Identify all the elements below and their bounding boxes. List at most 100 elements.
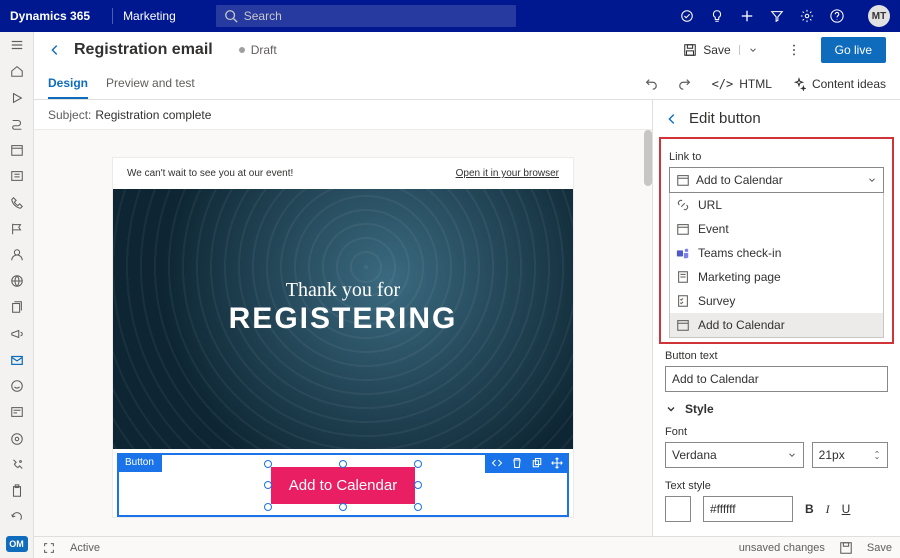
button-text-input[interactable]: Add to Calendar — [665, 366, 888, 392]
font-size-input[interactable]: 21px — [812, 442, 888, 468]
emoji-icon[interactable] — [7, 379, 27, 393]
link-option-url[interactable]: URL — [670, 193, 883, 217]
text-color-input[interactable]: #ffffff — [703, 496, 793, 522]
flag-icon[interactable] — [7, 222, 27, 236]
status-bar: Active unsaved changes Save — [34, 536, 900, 558]
link-to-dropdown: URL Event Teams check-in Marketing — [669, 193, 884, 338]
hero-line2: REGISTERING — [113, 302, 573, 336]
status-text: Draft — [251, 43, 277, 57]
footer-save-icon[interactable] — [839, 541, 853, 555]
content-ideas-button[interactable]: Content ideas — [792, 77, 886, 91]
font-family-select[interactable]: Verdana — [665, 442, 804, 468]
hero-line1: Thank you for — [113, 279, 573, 302]
hamburger-icon[interactable] — [7, 38, 27, 52]
stepper-icon[interactable] — [873, 449, 881, 461]
duplicate-block-icon[interactable] — [531, 457, 543, 469]
brand-name: Dynamics 365 — [10, 9, 102, 23]
redo-icon[interactable] — [678, 77, 692, 91]
resize-handle[interactable] — [339, 460, 347, 468]
phone-link-icon[interactable] — [7, 458, 27, 472]
cta-button-element[interactable]: Add to Calendar — [269, 465, 417, 506]
resize-handle[interactable] — [264, 481, 272, 489]
link-to-select[interactable]: Add to Calendar — [669, 167, 884, 193]
go-live-button[interactable]: Go live — [821, 37, 886, 63]
person-icon[interactable] — [7, 248, 27, 262]
subject-label: Subject: — [48, 108, 91, 122]
email-nav-icon[interactable] — [7, 353, 27, 367]
email-canvas[interactable]: We can't wait to see you at our event! O… — [34, 130, 652, 536]
preheader-text: We can't wait to see you at our event! — [127, 168, 293, 179]
selected-button-block[interactable]: Button Add to Calendar — [117, 453, 569, 517]
save-button[interactable]: Save — [674, 38, 766, 62]
globe-icon[interactable] — [7, 274, 27, 288]
user-avatar[interactable]: MT — [868, 5, 890, 27]
back-icon[interactable] — [48, 43, 62, 57]
canvas-scrollbar[interactable] — [644, 130, 652, 536]
subject-bar[interactable]: Subject: Registration complete — [34, 100, 652, 130]
filter-icon[interactable] — [770, 9, 784, 23]
resize-handle[interactable] — [414, 460, 422, 468]
link-option-marketing-page[interactable]: Marketing page — [670, 265, 883, 289]
text-color-swatch[interactable] — [665, 496, 691, 522]
style-section-header[interactable]: Style — [653, 392, 900, 420]
hero-block[interactable]: Thank you for REGISTERING — [113, 189, 573, 449]
calendar-icon[interactable] — [7, 143, 27, 157]
expand-icon[interactable] — [42, 541, 56, 555]
survey-icon — [676, 294, 690, 308]
record-state: Active — [70, 542, 100, 554]
more-commands-button[interactable] — [779, 43, 809, 57]
help-icon[interactable] — [830, 9, 844, 23]
undo-icon[interactable] — [644, 77, 658, 91]
bold-button[interactable]: B — [805, 502, 814, 516]
save-label: Save — [703, 43, 730, 57]
tab-design[interactable]: Design — [48, 68, 88, 99]
link-option-survey[interactable]: Survey — [670, 289, 883, 313]
open-in-browser-link[interactable]: Open it in your browser — [456, 168, 559, 179]
move-block-icon[interactable] — [551, 457, 563, 469]
font-label: Font — [665, 426, 888, 438]
footer-save-label[interactable]: Save — [867, 542, 892, 554]
module-name[interactable]: Marketing — [123, 9, 176, 23]
delete-block-icon[interactable] — [511, 457, 523, 469]
journey-icon[interactable] — [7, 117, 27, 131]
html-view-button[interactable]: </> HTML — [712, 77, 772, 91]
page-header: Registration email Draft Save Go live — [34, 32, 900, 68]
tab-preview[interactable]: Preview and test — [106, 68, 195, 99]
clipboard-icon[interactable] — [7, 484, 27, 498]
panel-back-icon[interactable] — [665, 112, 679, 126]
link-option-add-to-calendar[interactable]: Add to Calendar — [670, 313, 883, 337]
form-icon[interactable] — [7, 405, 27, 419]
resize-handle[interactable] — [264, 460, 272, 468]
refresh-icon[interactable] — [7, 510, 27, 524]
save-icon — [683, 43, 697, 57]
gear-icon[interactable] — [800, 9, 814, 23]
segments-icon[interactable] — [7, 169, 27, 183]
assistant-icon[interactable] — [680, 9, 694, 23]
underline-button[interactable]: U — [842, 502, 851, 516]
area-switcher-badge[interactable]: OM — [6, 536, 28, 552]
page-icon — [676, 270, 690, 284]
link-option-event[interactable]: Event — [670, 217, 883, 241]
megaphone-icon[interactable] — [7, 327, 27, 341]
chevron-down-icon — [665, 403, 677, 415]
phone-icon[interactable] — [7, 195, 27, 209]
italic-button[interactable]: I — [826, 502, 830, 517]
chevron-down-icon — [787, 450, 797, 460]
resize-handle[interactable] — [339, 503, 347, 511]
home-icon[interactable] — [7, 64, 27, 78]
plus-icon[interactable] — [740, 9, 754, 23]
files-icon[interactable] — [7, 300, 27, 314]
global-search[interactable]: Search — [216, 5, 516, 27]
editor-tabs-bar: Design Preview and test </> HTML Content… — [34, 68, 900, 100]
page-title: Registration email — [74, 41, 213, 59]
play-icon[interactable] — [7, 90, 27, 104]
lightbulb-icon[interactable] — [710, 9, 724, 23]
save-split-chevron[interactable] — [739, 45, 758, 55]
resize-handle[interactable] — [414, 503, 422, 511]
link-option-teams[interactable]: Teams check-in — [670, 241, 883, 265]
calendar-option-icon — [676, 318, 690, 332]
resize-handle[interactable] — [264, 503, 272, 511]
edit-html-icon[interactable] — [491, 457, 503, 469]
resize-handle[interactable] — [414, 481, 422, 489]
settings-nav-icon[interactable] — [7, 432, 27, 446]
